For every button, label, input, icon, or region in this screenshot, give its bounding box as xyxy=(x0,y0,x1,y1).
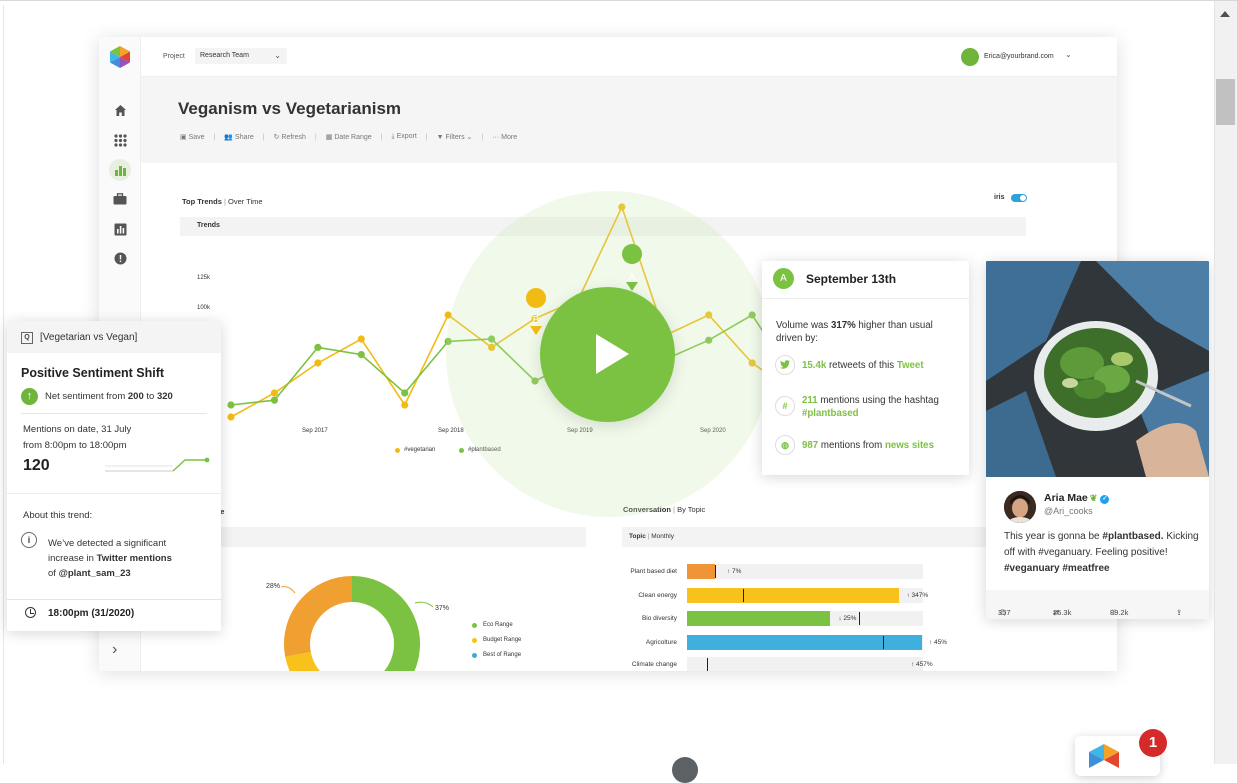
query-icon: Q xyxy=(21,332,33,344)
verified-icon: ✓ xyxy=(1100,495,1110,504)
divider xyxy=(762,298,969,299)
trend-time: 18:00pm (31/2020) xyxy=(48,608,135,619)
insight-card: A September 13th Volume was 317% higher … xyxy=(762,261,969,475)
news-line: 987 mentions from news sites xyxy=(802,440,934,451)
net-sentiment: Net sentiment from 200 to 320 xyxy=(45,391,173,402)
clock-icon xyxy=(25,607,36,618)
tweet-link[interactable]: Tweet xyxy=(897,360,924,371)
globe-icon: ◍ xyxy=(775,435,795,455)
sentiment-title: Positive Sentiment Shift xyxy=(21,366,165,380)
hashtag-line: 211 mentions using the hashtag #plantbas… xyxy=(802,395,939,419)
widget-logo-icon xyxy=(1089,744,1119,768)
tweet-author-name[interactable]: Aria Mae ❦ ✓ xyxy=(1044,492,1110,504)
query-label: [Vegetarian vs Vegan] xyxy=(40,332,138,343)
mentions-date: Mentions on date, 31 July from 8:00pm to… xyxy=(23,424,132,451)
svg-text:B: B xyxy=(533,315,540,326)
plantbased-link[interactable]: #plantbased xyxy=(802,408,859,419)
annotation-marker-b: B xyxy=(526,288,547,335)
info-icon: i xyxy=(21,532,37,548)
browser-viewport: › Project Research Team ⌄ Erica@yourbran… xyxy=(0,0,1237,783)
tweet-author-avatar[interactable] xyxy=(1004,491,1036,523)
tweet-actions: 🗨 357 ⇄ 25.3k ♡ 89.2k ⇪ xyxy=(986,590,1209,619)
upload-icon: ⇪ xyxy=(1176,608,1183,617)
tweet-author-handle[interactable]: @Ari_cooks xyxy=(1044,506,1093,516)
scroll-thumb[interactable] xyxy=(1216,79,1235,125)
leaf-icon: ❦ xyxy=(1089,493,1098,503)
scroll-up-arrow-icon[interactable] xyxy=(1220,11,1230,17)
scrollbar[interactable] xyxy=(1214,1,1237,764)
tweet-card: Aria Mae ❦ ✓ @Ari_cooks This year is gonna… xyxy=(986,261,1209,619)
volume-summary: Volume was 317% higher than usual driven… xyxy=(776,320,933,344)
notification-badge[interactable]: 1 xyxy=(1139,729,1167,757)
sparkline xyxy=(105,457,210,472)
insight-date: September 13th xyxy=(806,272,897,286)
sentiment-card: Q [Vegetarian vs Vegan] Positive Sentime… xyxy=(7,321,221,631)
arrow-up-icon: ↑ xyxy=(21,388,38,405)
annotation-marker-a: A xyxy=(622,244,643,291)
tweet-text: This year is gonna be #plantbased. Kicki… xyxy=(1004,531,1199,574)
news-sites-link[interactable]: news sites xyxy=(885,440,934,451)
twitter-icon xyxy=(775,355,795,375)
insight-badge: A xyxy=(773,268,794,289)
hashtag-icon: # xyxy=(775,396,795,416)
play-video-button[interactable] xyxy=(540,287,675,422)
salad-bowl-image xyxy=(986,261,1209,477)
about-trend-label: About this trend: xyxy=(23,510,93,521)
trend-detail: We’ve detected a significant increase in… xyxy=(48,538,172,579)
mentions-count: 120 xyxy=(23,457,50,474)
divider xyxy=(21,413,207,414)
svg-text:A: A xyxy=(629,272,636,283)
retweets-line: 15.4k retweets of this Tweet xyxy=(802,360,924,371)
bottom-avatar[interactable] xyxy=(672,757,698,783)
